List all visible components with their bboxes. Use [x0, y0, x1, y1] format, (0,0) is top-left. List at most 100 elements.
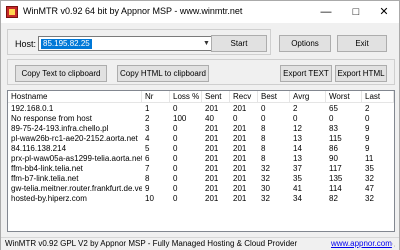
cell-sent: 201: [205, 154, 219, 163]
resize-grip-icon[interactable]: ⋱: [389, 241, 397, 249]
cell-worst: 82: [329, 194, 338, 203]
copy-text-button[interactable]: Copy Text to clipboard: [15, 65, 107, 82]
cell-recv: 201: [233, 194, 247, 203]
close-button[interactable]: ✕: [369, 1, 399, 23]
table-row[interactable]: gw-telia.meitner.router.frankfurt.de.ve.…: [8, 184, 394, 194]
cell-recv: 201: [233, 124, 247, 133]
table-row[interactable]: prx-pl-waw05a-as1299-telia.aorta.net 6 0 20…: [8, 154, 394, 164]
table-row[interactable]: No response from host 2 100 40 0 0 0 0 0: [8, 114, 394, 124]
table-header: Hostname Nr Loss % Sent Recv Best Avrg W…: [8, 91, 394, 103]
cell-loss: 0: [173, 194, 178, 203]
winmtr-window: WinMTR v0.92 64 bit by Appnor MSP - www.…: [0, 0, 400, 250]
cell-nr: 7: [145, 164, 150, 173]
table-row[interactable]: hosted-by.hiperz.com 10 0 201 201 32 34 82 32: [8, 194, 394, 204]
status-bar: WinMTR v0.92 GPL V2 by Appnor MSP - Full…: [1, 237, 399, 250]
cell-avrg: 12: [293, 124, 302, 133]
cell-last: 9: [365, 124, 370, 133]
cell-last: 35: [365, 164, 374, 173]
cell-best: 8: [261, 154, 266, 163]
cell-last: 11: [365, 154, 374, 163]
column-header-recv[interactable]: Recv: [230, 91, 258, 103]
column-header-loss[interactable]: Loss %: [170, 91, 202, 103]
cell-worst: 117: [329, 164, 342, 173]
cell-last: 9: [365, 134, 370, 143]
cell-loss: 0: [173, 184, 178, 193]
cell-avrg: 35: [293, 174, 302, 183]
cell-recv: 201: [233, 144, 247, 153]
column-header-sent[interactable]: Sent: [202, 91, 230, 103]
cell-nr: 8: [145, 174, 150, 183]
column-header-last[interactable]: Last: [362, 91, 394, 103]
cell-worst: 114: [329, 184, 342, 193]
cell-nr: 3: [145, 124, 150, 133]
cell-best: 32: [261, 174, 270, 183]
cell-avrg: 13: [293, 134, 302, 143]
cell-loss: 0: [173, 164, 178, 173]
export-html-button[interactable]: Export HTML: [335, 65, 387, 82]
window-title: WinMTR v0.92 64 bit by Appnor MSP - www.…: [23, 6, 243, 16]
options-button[interactable]: Options: [279, 35, 331, 52]
table-row[interactable]: 84.116.138.214 5 0 201 201 8 14 86 9: [8, 144, 394, 154]
start-button[interactable]: Start: [211, 35, 267, 52]
cell-loss: 0: [173, 154, 178, 163]
cell-avrg: 0: [293, 114, 298, 123]
cell-sent: 201: [205, 124, 219, 133]
cell-best: 8: [261, 124, 266, 133]
cell-recv: 0: [233, 114, 238, 123]
cell-sent: 201: [205, 174, 219, 183]
cell-hostname: hosted-by.hiperz.com: [11, 194, 87, 203]
table-row[interactable]: 89-75-24-193.infra.chello.pl 3 0 201 201 8 12 8…: [8, 124, 394, 134]
cell-recv: 201: [233, 164, 247, 173]
host-combobox[interactable]: 85.195.82.25 ▼: [38, 36, 214, 51]
cell-loss: 0: [173, 104, 178, 113]
host-input-value[interactable]: 85.195.82.25: [41, 39, 92, 49]
cell-hostname: ffm-b7-link.telia.net: [11, 174, 79, 183]
table-row[interactable]: ffm-bb4-link.telia.net 7 0 201 201 32 37 117 35: [8, 164, 394, 174]
cell-avrg: 41: [293, 184, 302, 193]
table-row[interactable]: ffm-b7-link.telia.net 8 0 201 201 32 35 135 32: [8, 174, 394, 184]
cell-worst: 65: [329, 104, 338, 113]
cell-hostname: gw-telia.meitner.router.frankfurt.de.ve.…: [11, 184, 142, 193]
cell-loss: 0: [173, 124, 178, 133]
cell-sent: 201: [205, 144, 219, 153]
column-header-worst[interactable]: Worst: [326, 91, 362, 103]
column-header-nr[interactable]: Nr: [142, 91, 170, 103]
cell-recv: 201: [233, 154, 247, 163]
cell-worst: 135: [329, 174, 343, 183]
cell-sent: 201: [205, 184, 219, 193]
exit-button[interactable]: Exit: [337, 35, 387, 52]
results-table[interactable]: Hostname Nr Loss % Sent Recv Best Avrg W…: [7, 90, 395, 232]
cell-last: 0: [365, 114, 370, 123]
table-row[interactable]: 192.168.0.1 1 0 201 201 0 2 65 2: [8, 104, 394, 114]
table-row[interactable]: pl-waw26b-rc1-ae20-2152.aorta.net 4 0 201 20…: [8, 134, 394, 144]
cell-avrg: 34: [293, 194, 302, 203]
cell-best: 30: [261, 184, 270, 193]
cell-last: 32: [365, 174, 374, 183]
cell-loss: 0: [173, 134, 178, 143]
column-header-hostname[interactable]: Hostname: [8, 91, 142, 103]
website-link[interactable]: www.appnor.com: [331, 239, 392, 248]
export-text-button[interactable]: Export TEXT: [280, 65, 332, 82]
cell-nr: 10: [145, 194, 154, 203]
column-header-best[interactable]: Best: [258, 91, 290, 103]
minimize-button[interactable]: —: [311, 1, 341, 23]
maximize-button[interactable]: □: [341, 1, 371, 23]
column-header-avrg[interactable]: Avrg: [290, 91, 326, 103]
status-text: WinMTR v0.92 GPL V2 by Appnor MSP - Full…: [5, 239, 298, 248]
cell-worst: 115: [329, 134, 342, 143]
cell-best: 0: [261, 114, 266, 123]
cell-best: 8: [261, 144, 266, 153]
cell-last: 9: [365, 144, 370, 153]
cell-worst: 86: [329, 144, 338, 153]
cell-last: 32: [365, 194, 374, 203]
cell-hostname: 89-75-24-193.infra.chello.pl: [11, 124, 109, 133]
cell-hostname: pl-waw26b-rc1-ae20-2152.aorta.net: [11, 134, 138, 143]
cell-nr: 1: [145, 104, 150, 113]
cell-sent: 201: [205, 104, 219, 113]
cell-avrg: 13: [293, 154, 302, 163]
cell-sent: 40: [205, 114, 214, 123]
cell-recv: 201: [233, 104, 247, 113]
cell-last: 47: [365, 184, 374, 193]
cell-recv: 201: [233, 184, 247, 193]
copy-html-button[interactable]: Copy HTML to clipboard: [117, 65, 209, 82]
